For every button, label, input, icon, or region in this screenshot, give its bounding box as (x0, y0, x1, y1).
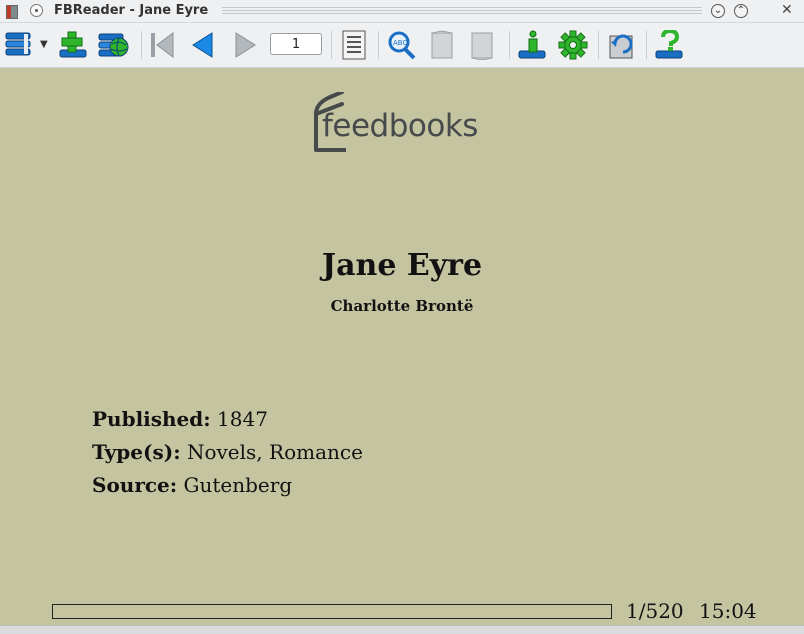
toolbar-separator (598, 31, 599, 59)
published-label: Published: (92, 407, 211, 431)
window-menu-button[interactable] (30, 4, 43, 17)
page-up-button[interactable] (426, 28, 460, 62)
minimize-button[interactable]: ⌄ (711, 4, 725, 18)
preferences-button[interactable] (556, 28, 590, 62)
published-value: 1847 (217, 407, 268, 431)
network-library-button[interactable] (97, 28, 131, 62)
go-first-button[interactable] (148, 28, 182, 62)
clock: 15:04 (699, 599, 757, 623)
preferences-icon (558, 30, 588, 60)
rotate-icon (609, 34, 633, 59)
book-info-icon (518, 30, 546, 59)
page-number-input[interactable] (270, 33, 322, 55)
search-icon: ABC (388, 31, 416, 60)
main-toolbar: ▼ 1 ABC (0, 23, 804, 68)
published-line: Published: 1847 (92, 407, 268, 431)
window-titlebar[interactable]: FBReader - Jane Eyre ⌄ ⌃ ✕ (0, 0, 804, 23)
toolbar-separator (141, 31, 142, 59)
go-back-button[interactable] (188, 28, 222, 62)
table-of-contents-icon (342, 30, 366, 60)
book-info-button[interactable] (515, 28, 549, 62)
feedbooks-logo-text: feedbooks (322, 108, 478, 144)
page-down-icon (471, 32, 493, 60)
page-down-button[interactable] (466, 28, 500, 62)
titlebar-grip (222, 7, 702, 15)
add-book-button[interactable] (56, 28, 90, 62)
page-up-icon (431, 30, 453, 59)
close-button[interactable]: ✕ (781, 2, 793, 18)
book-title: Jane Eyre (321, 248, 483, 283)
book-author: Charlotte Brontë (330, 297, 474, 315)
source-value: Gutenberg (183, 473, 293, 497)
window-title: FBReader - Jane Eyre (54, 3, 209, 18)
types-label: Type(s): (92, 440, 181, 464)
toolbar-separator (509, 31, 510, 59)
search-button[interactable]: ABC (385, 28, 419, 62)
app-icon (6, 5, 18, 19)
reading-progress-bar[interactable] (52, 604, 612, 619)
network-library-icon (98, 33, 129, 57)
go-forward-icon (235, 32, 256, 58)
help-icon (655, 30, 683, 59)
maximize-button[interactable]: ⌃ (734, 4, 748, 18)
table-of-contents-button[interactable] (337, 28, 371, 62)
toolbar-separator (646, 31, 647, 59)
page-counter: 1/520 (626, 599, 684, 623)
toolbar-separator (331, 31, 332, 59)
svg-text:ABC: ABC (393, 39, 407, 47)
go-forward-button[interactable] (228, 28, 262, 62)
library-dropdown-icon[interactable]: ▼ (40, 39, 48, 50)
source-label: Source: (92, 473, 178, 497)
source-line: Source: Gutenberg (92, 473, 292, 497)
library-icon (5, 32, 31, 56)
add-book-icon (59, 31, 87, 58)
types-value: Novels, Romance (186, 440, 363, 464)
toolbar-separator (378, 31, 379, 59)
help-button[interactable] (652, 28, 686, 62)
go-back-icon (192, 32, 213, 58)
rotate-button[interactable] (605, 28, 639, 62)
types-line: Type(s): Novels, Romance (92, 440, 363, 464)
go-first-icon (151, 32, 174, 58)
library-button[interactable] (4, 28, 38, 62)
